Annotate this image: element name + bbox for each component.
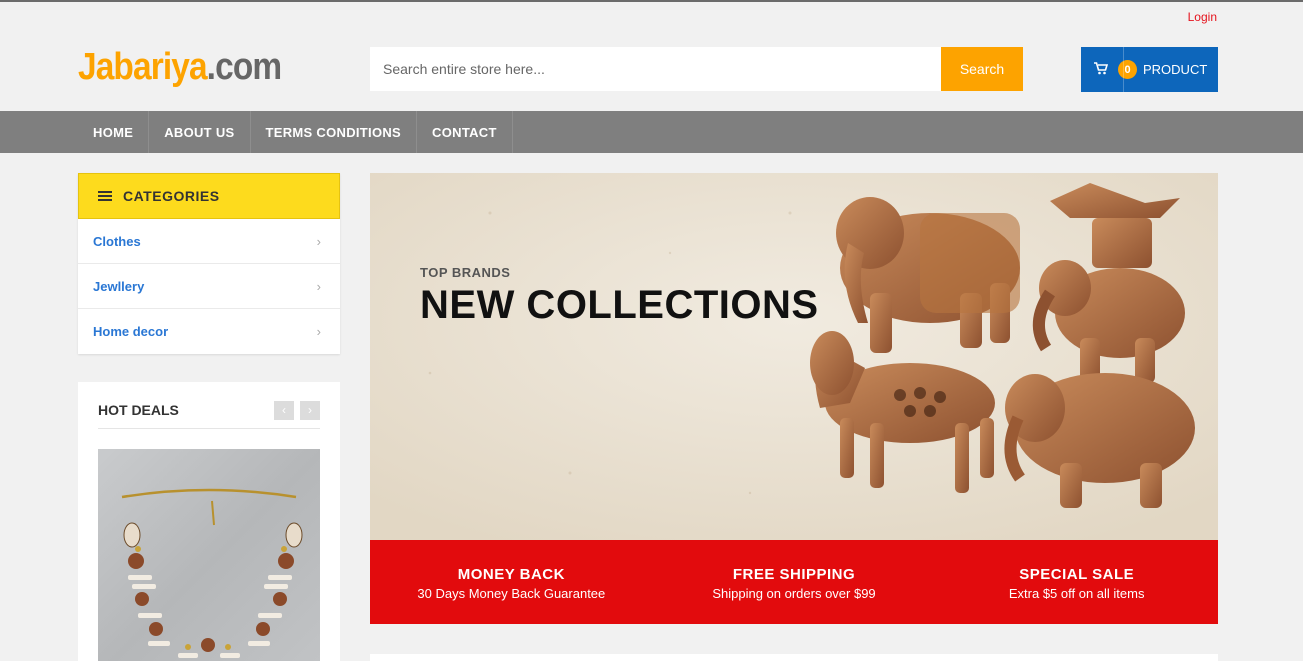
topbar: Login: [1188, 10, 1217, 24]
cart-divider: [1123, 47, 1124, 92]
nav-item-home[interactable]: HOME: [78, 111, 150, 153]
hot-deals-header: HOT DEALS ‹ ›: [98, 382, 320, 429]
search-input[interactable]: [370, 47, 941, 91]
category-item-home-decor[interactable]: Home decor ›: [78, 309, 340, 354]
feature-title: MONEY BACK: [457, 566, 565, 583]
features-strip: MONEY BACK 30 Days Money Back Guarantee …: [370, 540, 1218, 624]
main-nav: HOME ABOUT US TERMS CONDITIONS CONTACT: [0, 111, 1303, 153]
category-label: Jewllery: [93, 278, 145, 294]
category-label: Clothes: [93, 233, 141, 249]
feature-title: FREE SHIPPING: [732, 566, 856, 583]
next-arrow-button[interactable]: ›: [300, 400, 320, 420]
content-panel: [370, 654, 1218, 661]
hero-banner[interactable]: TOP BRANDS NEW COLLECTIONS: [370, 173, 1218, 540]
categories-panel: CATEGORIES Clothes › Jewllery › Home dec…: [78, 173, 340, 354]
logo-text-suffix: .com: [206, 46, 282, 88]
hot-deals-panel: HOT DEALS ‹ ›: [78, 382, 340, 661]
hot-deals-title: HOT DEALS: [98, 402, 179, 418]
feature-description: Extra $5 off on all items: [1008, 586, 1145, 601]
hero-artwork: [370, 173, 1218, 540]
category-item-clothes[interactable]: Clothes ›: [78, 219, 340, 264]
search-button[interactable]: Search: [941, 47, 1023, 91]
categories-header[interactable]: CATEGORIES: [78, 173, 340, 219]
hero-title: NEW COLLECTIONS: [420, 283, 819, 327]
hot-deals-nav: ‹ ›: [274, 400, 320, 420]
categories-title: CATEGORIES: [123, 188, 220, 204]
category-label: Home decor: [93, 324, 169, 339]
feature-money-back: MONEY BACK 30 Days Money Back Guarantee: [370, 540, 653, 624]
cart-label: PRODUCT: [1143, 62, 1208, 77]
feature-free-shipping: FREE SHIPPING Shipping on orders over $9…: [653, 540, 936, 624]
feature-special-sale: SPECIAL SALE Extra $5 off on all items: [935, 540, 1218, 624]
chevron-right-icon: ›: [316, 278, 321, 294]
cart-button[interactable]: 0 PRODUCT: [1081, 47, 1218, 92]
chevron-right-icon: ›: [316, 324, 321, 339]
nav-item-about-us[interactable]: ABOUT US: [149, 111, 251, 153]
hot-deal-product-image[interactable]: [98, 449, 320, 661]
category-item-jewllery[interactable]: Jewllery ›: [78, 264, 340, 309]
feature-description: 30 Days Money Back Guarantee: [417, 586, 606, 601]
logo-text-primary: Jabariya: [78, 46, 208, 88]
hero-subtitle: TOP BRANDS: [420, 265, 511, 280]
chevron-right-icon: ›: [316, 233, 321, 249]
nav-item-terms-conditions[interactable]: TERMS CONDITIONS: [251, 111, 418, 153]
cart-icon: [1094, 61, 1109, 78]
menu-icon: [98, 189, 112, 203]
site-logo[interactable]: Jabariya.com: [78, 46, 282, 89]
prev-arrow-button[interactable]: ‹: [274, 400, 294, 420]
nav-item-contact[interactable]: CONTACT: [417, 111, 513, 153]
cart-count-badge: 0: [1118, 60, 1137, 79]
search-bar: Search: [370, 47, 1023, 91]
login-link[interactable]: Login: [1188, 10, 1217, 24]
necklace-image: [121, 488, 303, 658]
feature-description: Shipping on orders over $99: [712, 586, 876, 601]
feature-title: SPECIAL SALE: [1019, 566, 1135, 583]
